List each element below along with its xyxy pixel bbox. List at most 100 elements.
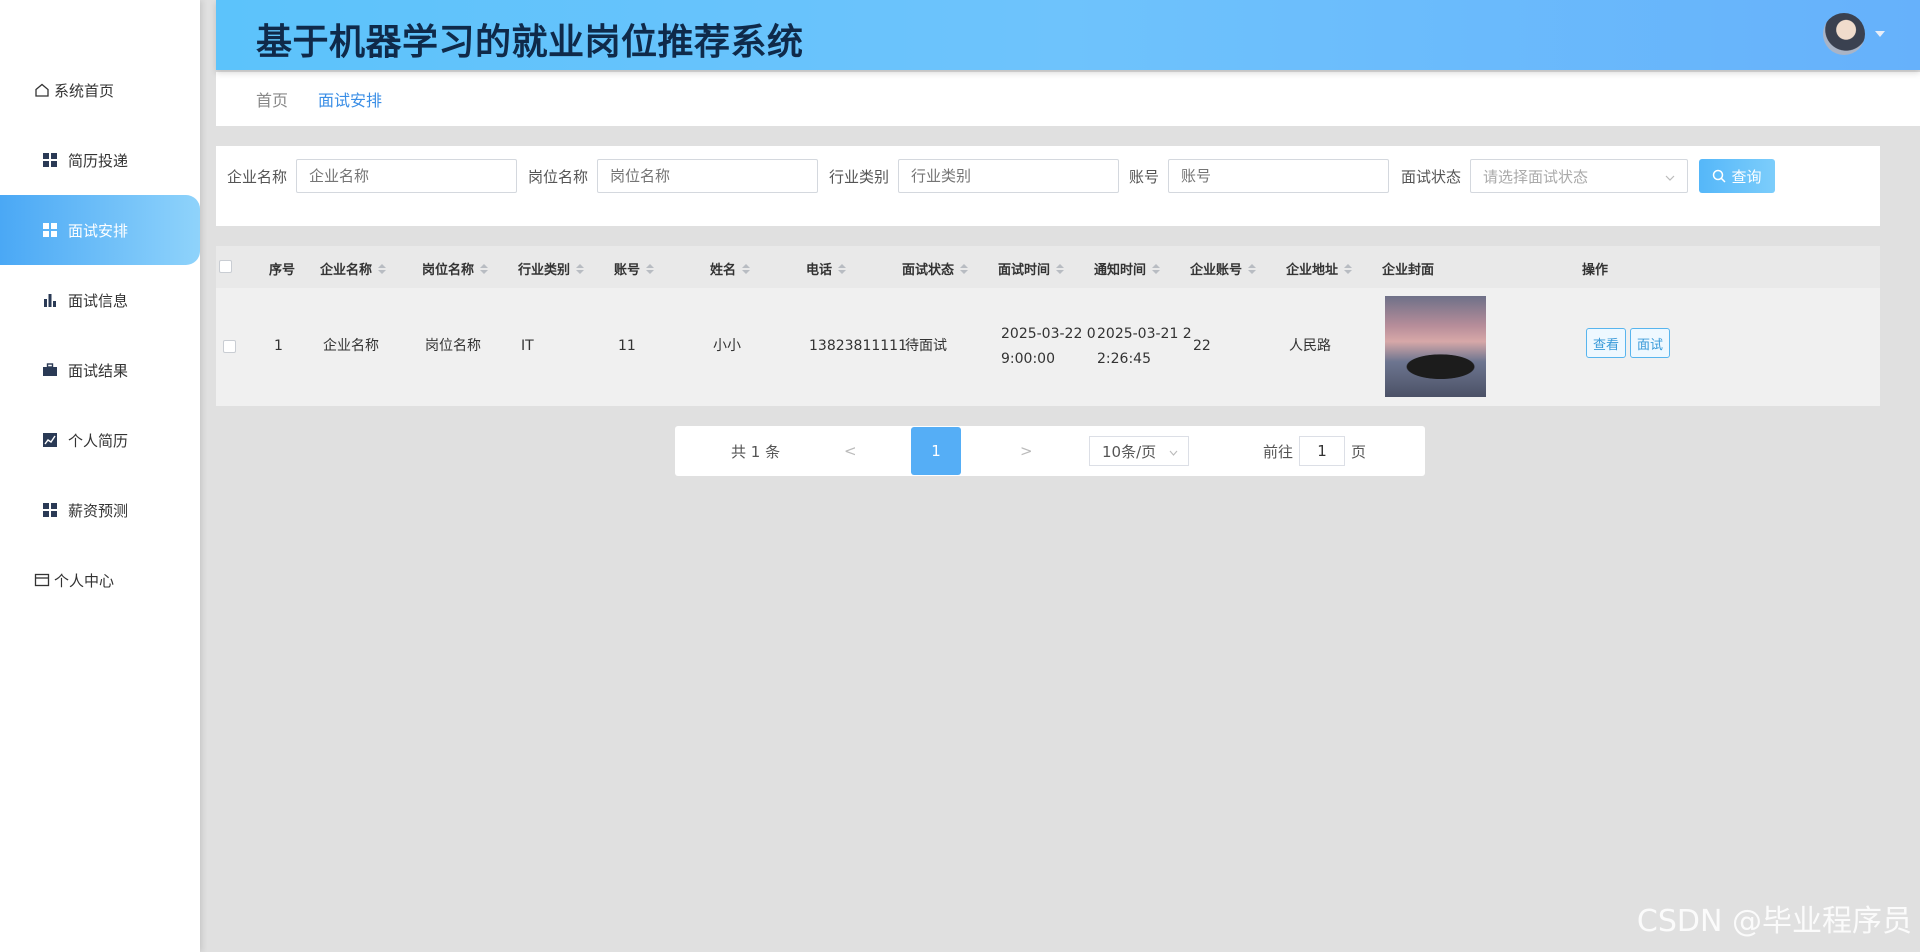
pagination-total: 共 1 条 bbox=[731, 442, 781, 461]
column-phone[interactable]: 电话 bbox=[806, 259, 847, 278]
sort-icon[interactable] bbox=[480, 263, 489, 274]
notice-time-line: 2025-03-21 2 bbox=[1097, 326, 1192, 342]
sidebar-item-resume[interactable]: 个人简历 bbox=[0, 405, 200, 475]
status-filter-label: 面试状态 bbox=[1401, 167, 1462, 186]
column-actions-label: 操作 bbox=[1582, 263, 1609, 278]
column-company-account[interactable]: 企业账号 bbox=[1190, 259, 1257, 278]
column-status[interactable]: 面试状态 bbox=[902, 259, 969, 278]
chevron-down-icon bbox=[1169, 442, 1178, 460]
status-select[interactable]: 请选择面试状态 bbox=[1470, 159, 1689, 193]
account-filter: 账号 bbox=[1129, 159, 1390, 193]
interview-time-line: 2025-03-22 0 bbox=[1001, 326, 1096, 342]
sidebar-item-home[interactable]: 系统首页 bbox=[0, 55, 200, 125]
top-header: 基于机器学习的就业岗位推荐系统 bbox=[216, 0, 1920, 70]
pagination-page[interactable]: 1 bbox=[911, 427, 961, 475]
sort-icon[interactable] bbox=[646, 263, 655, 274]
sidebar: 系统首页 简历投递 面试安排 面试信息 面试结果 个人简历 薪资预测 个人中心 bbox=[0, 0, 200, 952]
cell-index: 1 bbox=[274, 338, 283, 354]
row-checkbox[interactable] bbox=[223, 340, 236, 353]
sort-icon[interactable] bbox=[838, 263, 847, 274]
sort-icon[interactable] bbox=[960, 263, 969, 274]
column-company-account-label: 企业账号 bbox=[1190, 263, 1243, 278]
sidebar-item-label: 系统首页 bbox=[54, 81, 115, 100]
sidebar-item-resume-submit[interactable]: 简历投递 bbox=[0, 125, 200, 195]
page-size-select-wrap: 10条/页 bbox=[1089, 426, 1189, 476]
sidebar-item-interview-result[interactable]: 面试结果 bbox=[0, 335, 200, 405]
chevron-down-icon[interactable] bbox=[1875, 31, 1885, 37]
search-button[interactable]: 查询 bbox=[1699, 159, 1775, 193]
account-filter-label: 账号 bbox=[1129, 167, 1160, 186]
company-input[interactable] bbox=[296, 159, 518, 193]
column-actions: 操作 bbox=[1582, 259, 1608, 278]
column-notice-time-label: 通知时间 bbox=[1094, 263, 1147, 278]
sidebar-item-salary-forecast[interactable]: 薪资预测 bbox=[0, 475, 200, 545]
breadcrumb-home[interactable]: 首页 bbox=[256, 87, 288, 111]
sidebar-menu: 系统首页 简历投递 面试安排 面试信息 面试结果 个人简历 薪资预测 个人中心 bbox=[0, 55, 200, 615]
column-interview-time[interactable]: 面试时间 bbox=[998, 259, 1065, 278]
page-size-value: 10条/页 bbox=[1102, 442, 1157, 461]
breadcrumb-current[interactable]: 面试安排 bbox=[318, 87, 382, 111]
view-button[interactable]: 查看 bbox=[1586, 328, 1627, 358]
column-position[interactable]: 岗位名称 bbox=[422, 259, 489, 278]
sort-icon[interactable] bbox=[1248, 263, 1257, 274]
column-company-address[interactable]: 企业地址 bbox=[1286, 259, 1353, 278]
column-company[interactable]: 企业名称 bbox=[320, 259, 387, 278]
cell-company-account: 22 bbox=[1193, 338, 1211, 354]
column-company-label: 企业名称 bbox=[320, 263, 373, 278]
avatar[interactable] bbox=[1823, 13, 1865, 55]
status-filter: 面试状态 请选择面试状态 bbox=[1401, 159, 1689, 193]
sidebar-item-interview-info[interactable]: 面试信息 bbox=[0, 265, 200, 335]
column-phone-label: 电话 bbox=[806, 263, 833, 278]
sort-icon[interactable] bbox=[576, 263, 585, 274]
position-filter: 岗位名称 bbox=[528, 159, 819, 193]
pagination-next[interactable]: > bbox=[1020, 426, 1033, 476]
column-notice-time[interactable]: 通知时间 bbox=[1094, 259, 1161, 278]
column-interview-time-label: 面试时间 bbox=[998, 263, 1051, 278]
sidebar-item-interview-schedule[interactable]: 面试安排 bbox=[0, 195, 200, 265]
cell-industry: IT bbox=[521, 338, 534, 354]
sidebar-item-label: 个人简历 bbox=[68, 431, 129, 450]
column-company-cover: 企业封面 bbox=[1382, 259, 1434, 278]
jump-input[interactable]: 1 bbox=[1299, 436, 1346, 466]
industry-input[interactable] bbox=[898, 159, 1120, 193]
column-industry[interactable]: 行业类别 bbox=[518, 259, 585, 278]
sidebar-item-label: 面试安排 bbox=[68, 221, 129, 240]
column-name-label: 姓名 bbox=[710, 263, 737, 278]
pagination-jump: 前往 1 页 bbox=[1263, 426, 1366, 476]
sort-icon[interactable] bbox=[742, 263, 751, 274]
position-input[interactable] bbox=[597, 159, 819, 193]
company-filter-label: 企业名称 bbox=[227, 167, 288, 186]
table-row: 1 企业名称 岗位名称 IT 11 小小 13823811111 待面试 202… bbox=[216, 288, 1880, 406]
column-account[interactable]: 账号 bbox=[614, 259, 655, 278]
cell-position: 岗位名称 bbox=[425, 338, 481, 354]
sidebar-item-label: 面试信息 bbox=[68, 291, 129, 310]
sort-icon[interactable] bbox=[1056, 263, 1065, 274]
column-name[interactable]: 姓名 bbox=[710, 259, 751, 278]
pagination: 共 1 条 < 1 > 10条/页 前往 1 页 bbox=[675, 426, 1425, 476]
column-index-label: 序号 bbox=[269, 263, 296, 278]
watermark: CSDN @毕业程序员 bbox=[1636, 904, 1912, 939]
interview-button[interactable]: 面试 bbox=[1630, 328, 1671, 358]
position-filter-label: 岗位名称 bbox=[528, 167, 589, 186]
pagination-prev[interactable]: < bbox=[844, 426, 857, 476]
cell-status: 待面试 bbox=[905, 338, 947, 354]
sidebar-item-label: 面试结果 bbox=[68, 361, 129, 380]
select-all-checkbox[interactable] bbox=[219, 260, 232, 273]
account-input[interactable] bbox=[1168, 159, 1390, 193]
grid-icon bbox=[42, 222, 58, 238]
notice-time-line: 2:26:45 bbox=[1097, 351, 1151, 367]
sort-icon[interactable] bbox=[1152, 263, 1161, 274]
card-icon bbox=[34, 572, 50, 588]
industry-filter: 行业类别 bbox=[829, 159, 1120, 193]
column-company-cover-label: 企业封面 bbox=[1382, 263, 1435, 278]
company-cover-image bbox=[1385, 296, 1486, 397]
sort-icon[interactable] bbox=[378, 263, 387, 274]
sort-icon[interactable] bbox=[1344, 263, 1353, 274]
line-chart-icon bbox=[42, 432, 58, 448]
sidebar-item-label: 薪资预测 bbox=[68, 501, 129, 520]
data-table: 序号 企业名称 岗位名称 行业类别 账号 姓名 电话 面试状态 面试时间 通知时… bbox=[216, 246, 1880, 406]
column-company-address-label: 企业地址 bbox=[1286, 263, 1339, 278]
sidebar-item-personal-center[interactable]: 个人中心 bbox=[0, 545, 200, 615]
sidebar-item-label: 个人中心 bbox=[54, 571, 115, 590]
page-size-select[interactable]: 10条/页 bbox=[1089, 436, 1189, 466]
